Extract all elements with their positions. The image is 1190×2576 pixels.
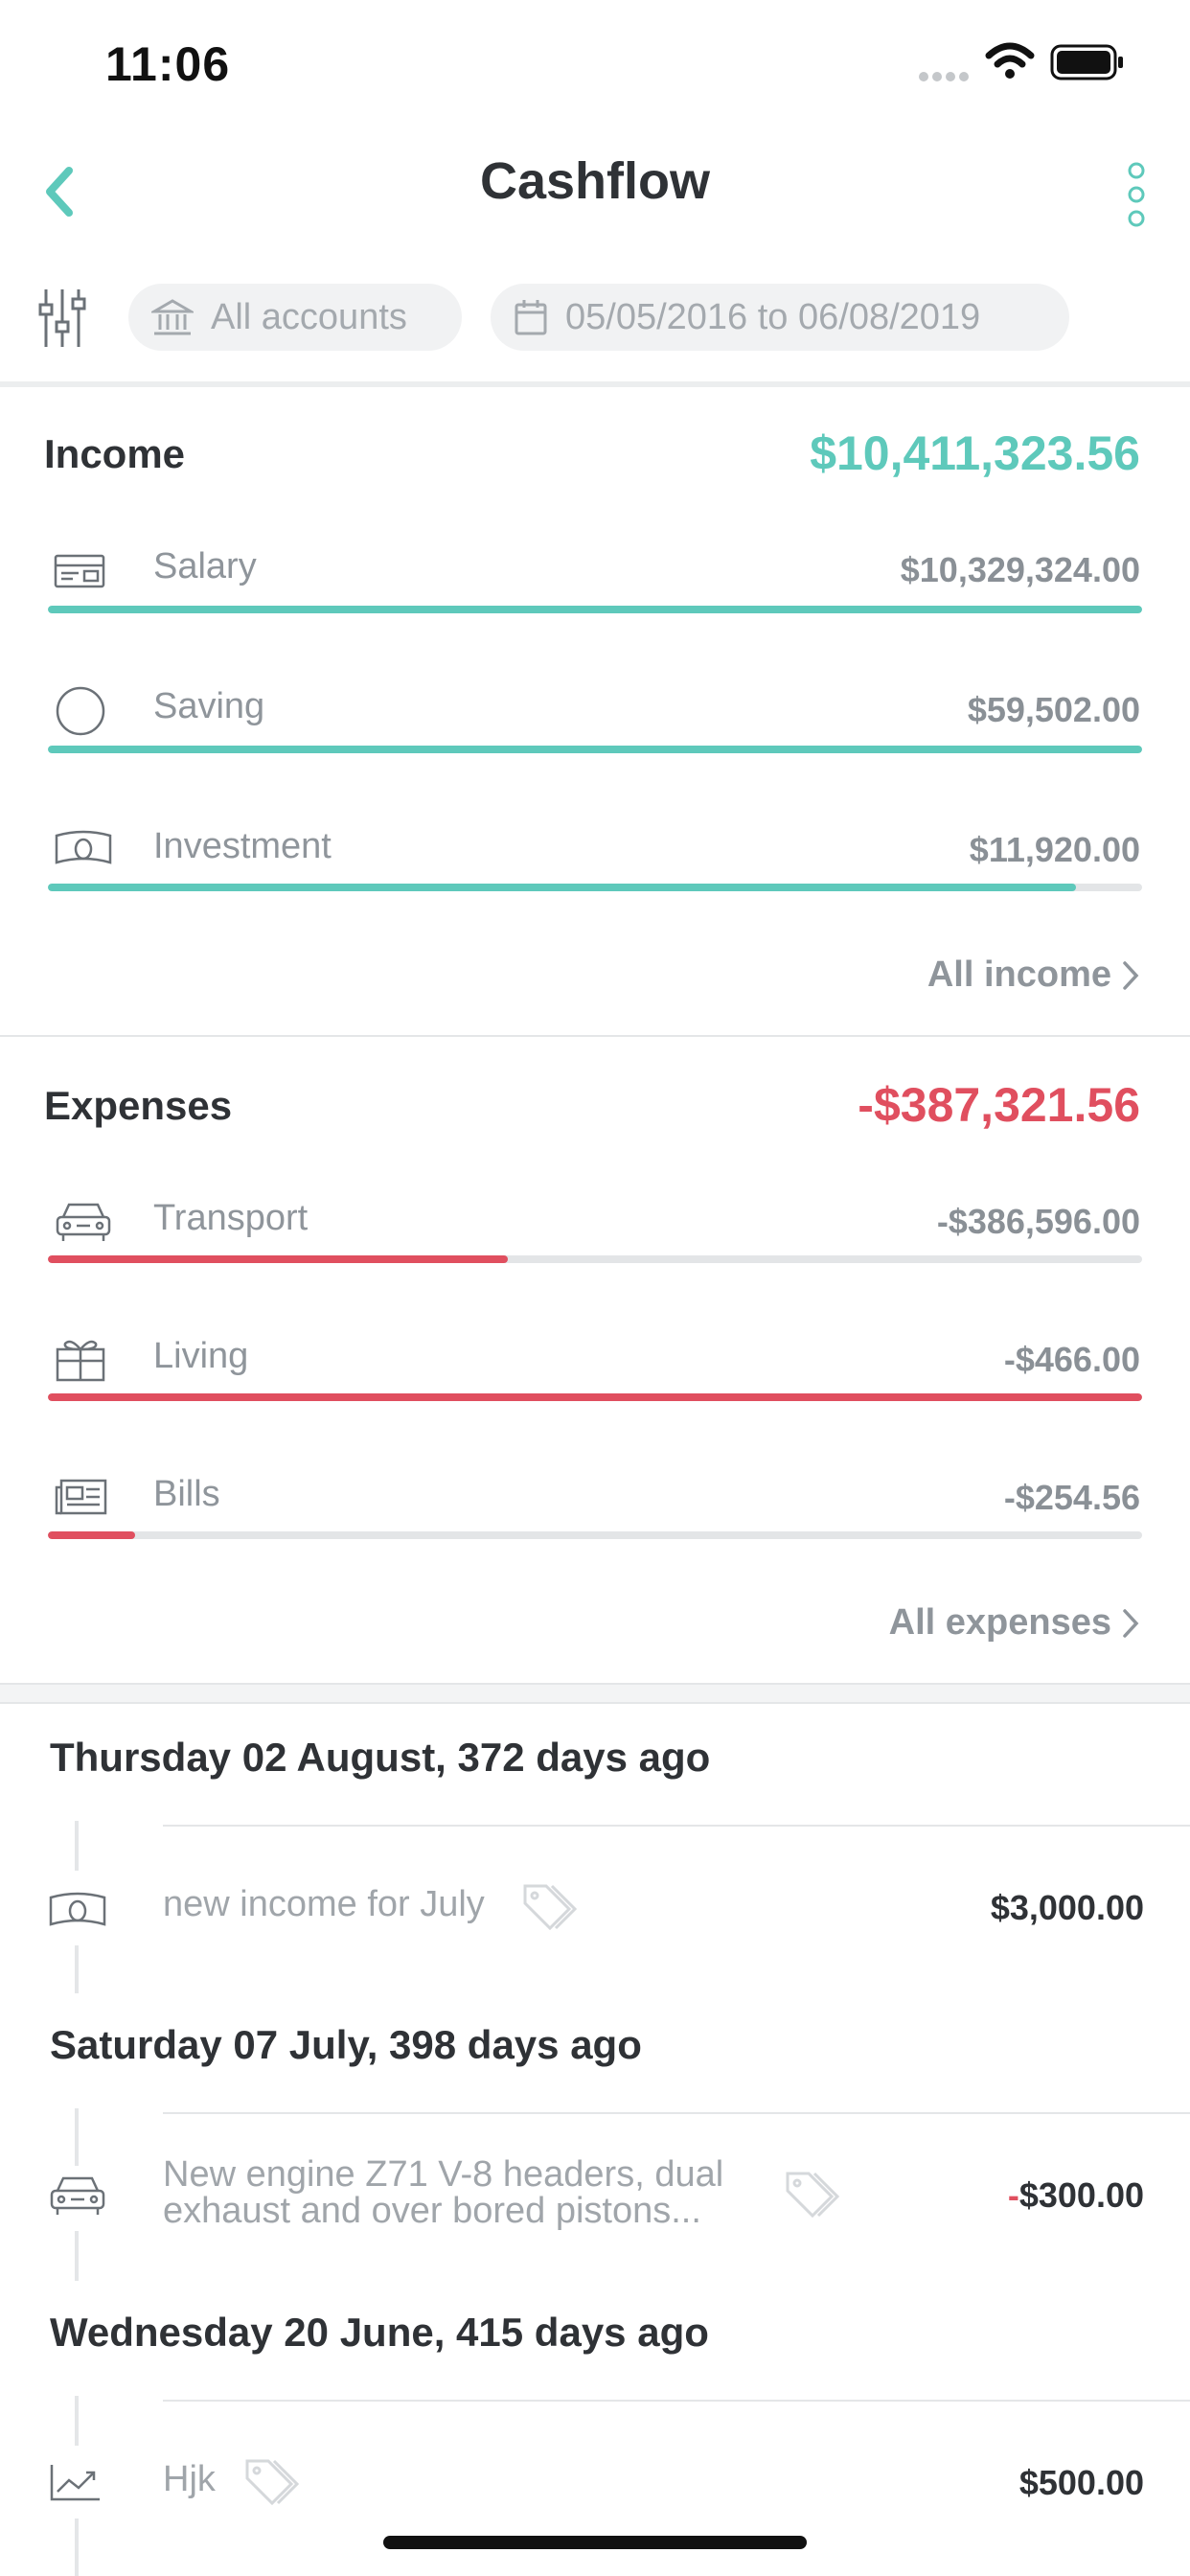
- all-income-link[interactable]: All income: [927, 954, 1140, 996]
- timeline-line: [75, 1821, 79, 1871]
- banknote-icon: [55, 830, 112, 864]
- transaction-amount: $3,000.00: [990, 1888, 1144, 1927]
- transaction-description-line: New engine Z71 V-8 headers, dual: [163, 2154, 724, 2195]
- status-time: 11:06: [105, 37, 231, 91]
- negative-sign: -: [1007, 2175, 1019, 2215]
- expense-category-amount: -$254.56: [1003, 1478, 1140, 1517]
- income-progress-bar: [48, 884, 1142, 891]
- tag-icon[interactable]: [243, 2455, 307, 2509]
- transaction-description: Hjk: [163, 2459, 216, 2499]
- section-divider: [0, 1683, 1190, 1704]
- timeline-line: [75, 2108, 79, 2166]
- all-expenses-link[interactable]: All expenses: [889, 1602, 1140, 1644]
- timeline-line: [75, 1945, 79, 1993]
- expense-progress-fill: [48, 1531, 136, 1539]
- banknote-icon: [48, 1888, 107, 1930]
- day-header: Saturday 07 July, 398 days ago: [50, 2022, 642, 2067]
- row-divider: [163, 1825, 1190, 1827]
- car-icon: [48, 2174, 107, 2218]
- calendar-icon: [515, 300, 547, 335]
- filter-sliders-icon[interactable]: [38, 288, 86, 349]
- row-divider: [163, 2112, 1190, 2114]
- trend-up-icon: [48, 2461, 103, 2503]
- status-bar: 11:06: [0, 0, 1190, 125]
- transaction-amount: -$300.00: [1008, 2175, 1144, 2216]
- income-category-label: Saving: [153, 686, 265, 726]
- cellular-signal-icon: [919, 72, 969, 81]
- accounts-filter-label: All accounts: [211, 296, 407, 337]
- transaction-amount-value: $300.00: [1018, 2175, 1144, 2215]
- page-title: Cashflow: [479, 152, 711, 210]
- navigation-bar: Cashflow: [0, 134, 1190, 249]
- income-total: $10,411,323.56: [810, 426, 1140, 480]
- expense-category-label: Living: [153, 1336, 249, 1376]
- day-header: Wednesday 20 June, 415 days ago: [50, 2310, 709, 2355]
- income-category-amount: $59,502.00: [967, 690, 1140, 729]
- chevron-right-icon: [1123, 1608, 1139, 1638]
- income-progress-fill: [48, 746, 1142, 753]
- expense-progress-bar: [48, 1393, 1142, 1401]
- car-icon: [56, 1203, 111, 1241]
- row-divider: [163, 2400, 1190, 2402]
- timeline-line: [75, 2396, 79, 2446]
- bank-icon: [151, 299, 194, 335]
- expense-category-label: Bills: [153, 1474, 220, 1514]
- all-expenses-label: All expenses: [888, 1602, 1111, 1643]
- newspaper-icon: [55, 1479, 107, 1515]
- income-progress-fill: [48, 884, 1077, 891]
- income-category-label: Salary: [153, 546, 257, 586]
- income-progress-bar: [48, 746, 1142, 753]
- transaction-description-line: exhaust and over bored pistons...: [163, 2191, 701, 2231]
- date-range-filter-button[interactable]: 05/05/2016 to 06/08/2019: [491, 284, 1069, 351]
- income-progress-bar: [48, 606, 1142, 613]
- circle-icon: [56, 686, 105, 736]
- accounts-filter-button[interactable]: All accounts: [128, 284, 462, 351]
- expense-progress-bar: [48, 1531, 1142, 1539]
- income-category-amount: $10,329,324.00: [900, 550, 1140, 589]
- expense-category-label: Transport: [153, 1198, 309, 1238]
- expenses-title: Expenses: [44, 1083, 233, 1128]
- expense-progress-fill: [48, 1255, 508, 1263]
- home-indicator[interactable]: [383, 2536, 807, 2549]
- expense-progress-bar: [48, 1255, 1142, 1263]
- transaction-description: new income for July: [163, 1884, 485, 1924]
- expenses-total: -$387,321.56: [858, 1078, 1140, 1132]
- expense-category-amount: -$466.00: [1003, 1340, 1140, 1379]
- transaction-amount: $500.00: [1018, 2463, 1144, 2502]
- transaction-description: New engine Z71 V-8 headers, dual exhaust…: [163, 2156, 723, 2229]
- wifi-icon: [985, 42, 1035, 79]
- income-category-amount: $11,920.00: [969, 830, 1140, 869]
- expense-progress-fill: [48, 1393, 1142, 1401]
- timeline-line: [75, 2231, 79, 2281]
- battery-icon: [1050, 44, 1123, 80]
- all-income-label: All income: [927, 954, 1111, 995]
- timeline-line: [75, 2518, 79, 2576]
- tag-icon[interactable]: [521, 1880, 584, 1934]
- income-progress-fill: [48, 606, 1142, 613]
- income-category-label: Investment: [153, 826, 332, 866]
- gift-icon: [56, 1340, 105, 1382]
- chevron-right-icon: [1123, 960, 1139, 990]
- tag-icon[interactable]: [784, 2168, 847, 2221]
- card-icon: [54, 554, 105, 588]
- income-title: Income: [44, 431, 186, 476]
- more-options-icon[interactable]: [1117, 159, 1156, 230]
- section-divider: [0, 1035, 1190, 1037]
- day-header: Thursday 02 August, 372 days ago: [50, 1735, 711, 1780]
- expense-category-amount: -$386,596.00: [936, 1202, 1140, 1241]
- date-range-label: 05/05/2016 to 06/08/2019: [565, 296, 981, 337]
- filter-bar: All accounts 05/05/2016 to 06/08/2019: [0, 278, 1190, 364]
- section-divider: [0, 381, 1190, 387]
